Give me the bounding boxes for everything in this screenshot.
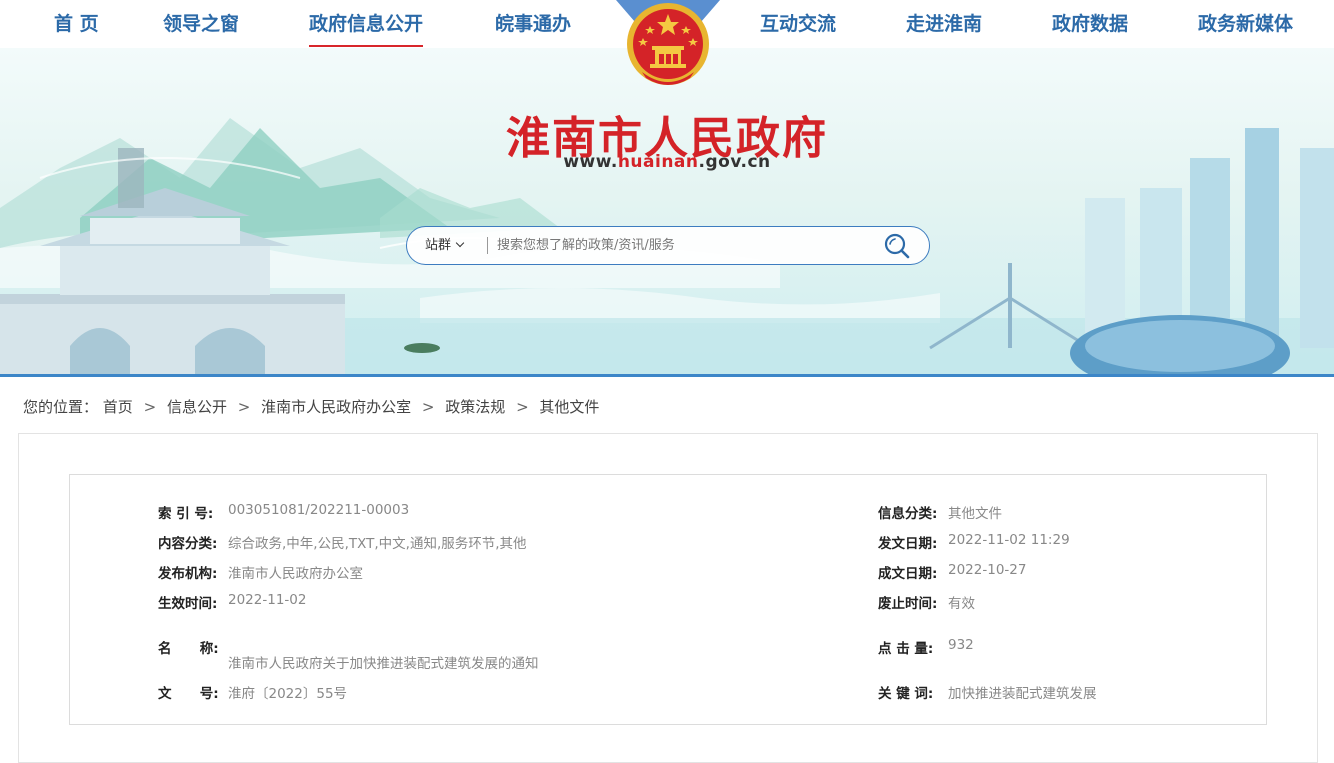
meta-label: 点 击 量: [878,641,934,657]
meta-value: 其他文件 [948,506,1002,522]
site-url-suffix: .gov.cn [698,152,771,172]
breadcrumb-separator: > [516,398,529,416]
meta-label: 索 引 号: [158,506,214,522]
meta-label: 名 称: [158,641,219,657]
nav-online-services[interactable]: 皖事通办 [495,0,571,48]
breadcrumb-separator: > [421,398,435,416]
document-metadata-box: 索 引 号: 003051081/202211-00003 内容分类: 综合政务… [69,474,1267,725]
nav-gov-data[interactable]: 政府数据 [1052,0,1128,48]
site-url-accent: huainan [617,152,699,172]
search-scope-label: 站群 [425,238,452,253]
chevron-down-icon [455,238,465,248]
breadcrumb-gov-office[interactable]: 淮南市人民政府办公室 [261,398,411,416]
meta-value: 淮南市人民政府办公室 [228,566,363,582]
search-bar: 站群 [406,226,930,265]
search-input[interactable] [497,231,877,260]
search-icon[interactable] [883,232,911,260]
nav-gov-info-disclosure[interactable]: 政府信息公开 [309,0,424,48]
meta-value: 有效 [948,596,975,612]
header-banner: 淮南市人民政府 www.huainan.gov.cn 站群 [0,48,1334,376]
search-scope-dropdown[interactable]: 站群 [425,227,465,264]
breadcrumb-separator: > [237,398,251,416]
nav-interaction[interactable]: 互动交流 [760,0,836,48]
meta-label: 废止时间: [878,596,938,612]
meta-value: 2022-11-02 11:29 [948,532,1070,548]
meta-label: 发文日期: [878,536,938,552]
nav-home[interactable]: 首 页 [54,0,99,48]
site-url: www.huainan.gov.cn [0,152,1334,172]
meta-value: 综合政务,中年,公民,TXT,中文,通知,服务环节,其他 [228,536,527,552]
meta-label: 文 号: [158,686,219,702]
meta-value: 加快推进装配式建筑发展 [948,686,1097,702]
meta-value: 淮府〔2022〕55号 [228,686,348,702]
site-url-prefix: www. [563,152,618,172]
meta-value: 2022-11-02 [228,592,307,608]
landscape-illustration [0,118,1334,376]
meta-label: 生效时间: [158,596,218,612]
meta-value: 淮南市人民政府关于加快推进装配式建筑发展的通知 [228,656,539,672]
meta-label: 关 键 词: [878,686,934,702]
national-emblem-icon[interactable] [622,0,714,92]
breadcrumb-policies[interactable]: 政策法规 [445,398,505,416]
breadcrumb: 您的位置： 首页 > 信息公开 > 淮南市人民政府办公室 > 政策法规 > 其他… [23,396,599,417]
breadcrumb-separator: > [143,398,157,416]
meta-value: 932 [948,637,974,653]
meta-label: 信息分类: [878,506,938,522]
search-divider [487,237,488,254]
breadcrumb-prefix: 您的位置： [23,398,99,416]
meta-value: 2022-10-27 [948,562,1027,578]
nav-about-city[interactable]: 走进淮南 [906,0,982,48]
banner-divider [0,374,1334,377]
meta-label: 发布机构: [158,566,218,582]
meta-label: 内容分类: [158,536,218,552]
nav-leadership[interactable]: 领导之窗 [163,0,239,48]
breadcrumb-info-disclosure[interactable]: 信息公开 [167,398,227,416]
breadcrumb-home[interactable]: 首页 [103,398,133,416]
breadcrumb-other-docs[interactable]: 其他文件 [539,398,599,416]
meta-label: 成文日期: [878,566,938,582]
nav-new-media[interactable]: 政务新媒体 [1198,0,1293,48]
meta-value: 003051081/202211-00003 [228,502,410,518]
